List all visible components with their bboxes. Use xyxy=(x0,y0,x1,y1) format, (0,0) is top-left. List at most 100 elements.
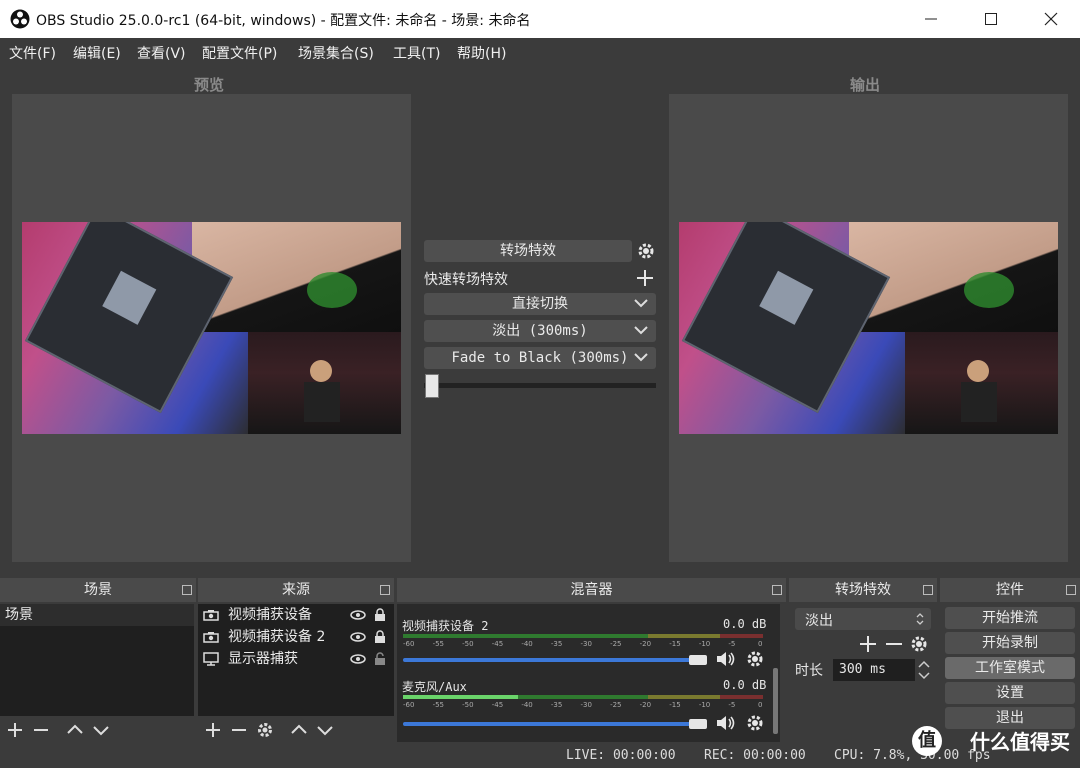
volume-slider[interactable] xyxy=(403,722,703,726)
add-quick-transition-plus-icon[interactable] xyxy=(636,269,654,287)
spin-arrows-icon xyxy=(916,613,924,625)
program-canvas xyxy=(679,222,1058,434)
quick-transition-label: Fade to Black (300ms) xyxy=(451,350,629,366)
move-down-icon[interactable] xyxy=(316,721,334,739)
transition-properties-gear-icon[interactable] xyxy=(909,634,929,654)
meter-scale-tick: -10 xyxy=(698,701,711,709)
mixer-channel-db: 0.0 dB xyxy=(723,617,767,631)
quick-transition-cut[interactable]: 直接切换 xyxy=(424,293,656,315)
quick-transition-fade-to-black[interactable]: Fade to Black (300ms) xyxy=(424,347,656,369)
menu-profile[interactable]: 配置文件(P) xyxy=(202,43,277,63)
meter-scale-tick: -40 xyxy=(521,701,533,709)
source-name: 显示器捕获 xyxy=(228,651,298,667)
window-title: OBS Studio 25.0.0-rc1 (64-bit, windows) … xyxy=(36,13,531,29)
close-button[interactable] xyxy=(1028,0,1074,38)
start-recording-button[interactable]: 开始录制 xyxy=(945,632,1075,654)
undock-icon[interactable] xyxy=(923,585,933,595)
chevron-down-icon xyxy=(634,353,648,362)
menu-file[interactable]: 文件(F) xyxy=(9,43,56,63)
transition-settings-gear-icon[interactable] xyxy=(636,241,656,261)
transition-slider-track[interactable] xyxy=(424,383,656,388)
source-item[interactable]: 视频捕获设备 2 xyxy=(198,626,394,648)
add-source-plus-icon[interactable] xyxy=(204,721,222,739)
sources-dock: 来源 视频捕获设备 视频捕获设备 2 显示器捕获 xyxy=(198,578,394,742)
quick-transition-label: 淡出 (300ms) xyxy=(492,323,588,339)
volume-slider-handle[interactable] xyxy=(689,655,707,665)
lock-icon[interactable] xyxy=(374,608,386,622)
move-up-icon[interactable] xyxy=(66,721,84,739)
sources-list: 视频捕获设备 视频捕获设备 2 显示器捕获 xyxy=(198,604,394,716)
source-item[interactable]: 显示器捕获 xyxy=(198,648,394,670)
speaker-icon[interactable] xyxy=(715,650,737,668)
eye-icon[interactable] xyxy=(350,654,366,664)
spin-arrows-icon[interactable] xyxy=(917,659,931,681)
undock-icon[interactable] xyxy=(1066,585,1076,595)
preview-screen[interactable] xyxy=(12,94,411,562)
quick-transition-fade[interactable]: 淡出 (300ms) xyxy=(424,320,656,342)
meter-scale-tick: -10 xyxy=(698,640,711,648)
remove-source-minus-icon[interactable] xyxy=(230,721,248,739)
meter-scale-tick: -60 xyxy=(403,640,415,648)
transitions-header: 转场特效 xyxy=(789,578,937,602)
settings-button[interactable]: 设置 xyxy=(945,682,1075,704)
meter-scale-tick: -20 xyxy=(639,701,652,709)
volume-slider-handle[interactable] xyxy=(689,719,707,729)
move-up-icon[interactable] xyxy=(290,721,308,739)
camera-icon xyxy=(203,610,219,621)
channel-settings-gear-icon[interactable] xyxy=(745,649,765,669)
quick-transition-label: 直接切换 xyxy=(512,296,568,312)
studio-mode-button[interactable]: 工作室模式 xyxy=(945,657,1075,679)
volume-slider[interactable] xyxy=(403,658,703,662)
speaker-icon[interactable] xyxy=(715,714,737,732)
menu-help[interactable]: 帮助(H) xyxy=(457,43,506,63)
scenes-dock: 场景 场景 xyxy=(0,578,196,742)
remove-transition-minus-icon[interactable] xyxy=(885,635,903,653)
undock-icon[interactable] xyxy=(380,585,390,595)
source-name: 视频捕获设备 2 xyxy=(228,629,326,645)
transition-button[interactable]: 转场特效 xyxy=(424,240,632,262)
scene-item[interactable]: 场景 xyxy=(0,604,194,626)
minimize-button[interactable] xyxy=(908,0,954,38)
output-label: 输出 xyxy=(850,76,881,94)
watermark-text: 什么值得买 xyxy=(970,730,1070,754)
menu-scene-collection[interactable]: 场景集合(S) xyxy=(298,43,374,63)
add-transition-plus-icon[interactable] xyxy=(859,635,877,653)
maximize-icon xyxy=(985,13,997,25)
eye-icon[interactable] xyxy=(350,610,366,620)
unlock-icon[interactable] xyxy=(374,652,386,666)
title-bar: OBS Studio 25.0.0-rc1 (64-bit, windows) … xyxy=(0,0,1080,38)
menu-edit[interactable]: 编辑(E) xyxy=(73,43,121,63)
meter-scale: -60 -55 -50 -45 -40 -35 -30 -25 -20 -15 -10 -5 0 xyxy=(403,701,765,711)
undock-icon[interactable] xyxy=(772,585,782,595)
lock-icon[interactable] xyxy=(374,630,386,644)
duration-value: 300 ms xyxy=(839,662,886,677)
meter-scale-tick: -60 xyxy=(403,701,415,709)
start-streaming-button[interactable]: 开始推流 xyxy=(945,607,1075,629)
transition-select[interactable]: 淡出 xyxy=(795,608,931,630)
eye-icon[interactable] xyxy=(350,632,366,642)
menu-tools[interactable]: 工具(T) xyxy=(393,43,440,63)
maximize-button[interactable] xyxy=(968,0,1014,38)
mixer-scrollbar[interactable] xyxy=(773,668,778,734)
undock-icon[interactable] xyxy=(182,585,192,595)
menu-view[interactable]: 查看(V) xyxy=(137,43,186,63)
duration-spinbox[interactable]: 300 ms xyxy=(833,659,915,681)
mixer-channel-name: 视频捕获设备 2 xyxy=(402,619,489,633)
obs-logo-icon xyxy=(10,9,30,29)
meter-scale-tick: -35 xyxy=(550,701,563,709)
minimize-icon xyxy=(925,18,937,20)
add-scene-plus-icon[interactable] xyxy=(6,721,24,739)
channel-settings-gear-icon[interactable] xyxy=(745,713,765,733)
mixer-header: 混音器 xyxy=(397,578,786,602)
mixer-channel-name: 麦克风/Aux xyxy=(402,680,467,694)
source-item[interactable]: 视频捕获设备 xyxy=(198,604,394,626)
preview-canvas[interactable] xyxy=(22,222,401,434)
source-name: 视频捕获设备 xyxy=(228,607,312,623)
meter-scale-tick: -25 xyxy=(610,701,622,709)
transition-slider-handle[interactable] xyxy=(425,374,439,398)
mixer-panel: 视频捕获设备 2 0.0 dB -60 -55 -50 -45 -40 -35 -30 -25… xyxy=(397,604,780,742)
remove-scene-minus-icon[interactable] xyxy=(32,721,50,739)
meter-scale-tick: -25 xyxy=(610,640,622,648)
source-properties-gear-icon[interactable] xyxy=(256,721,274,739)
move-down-icon[interactable] xyxy=(92,721,110,739)
